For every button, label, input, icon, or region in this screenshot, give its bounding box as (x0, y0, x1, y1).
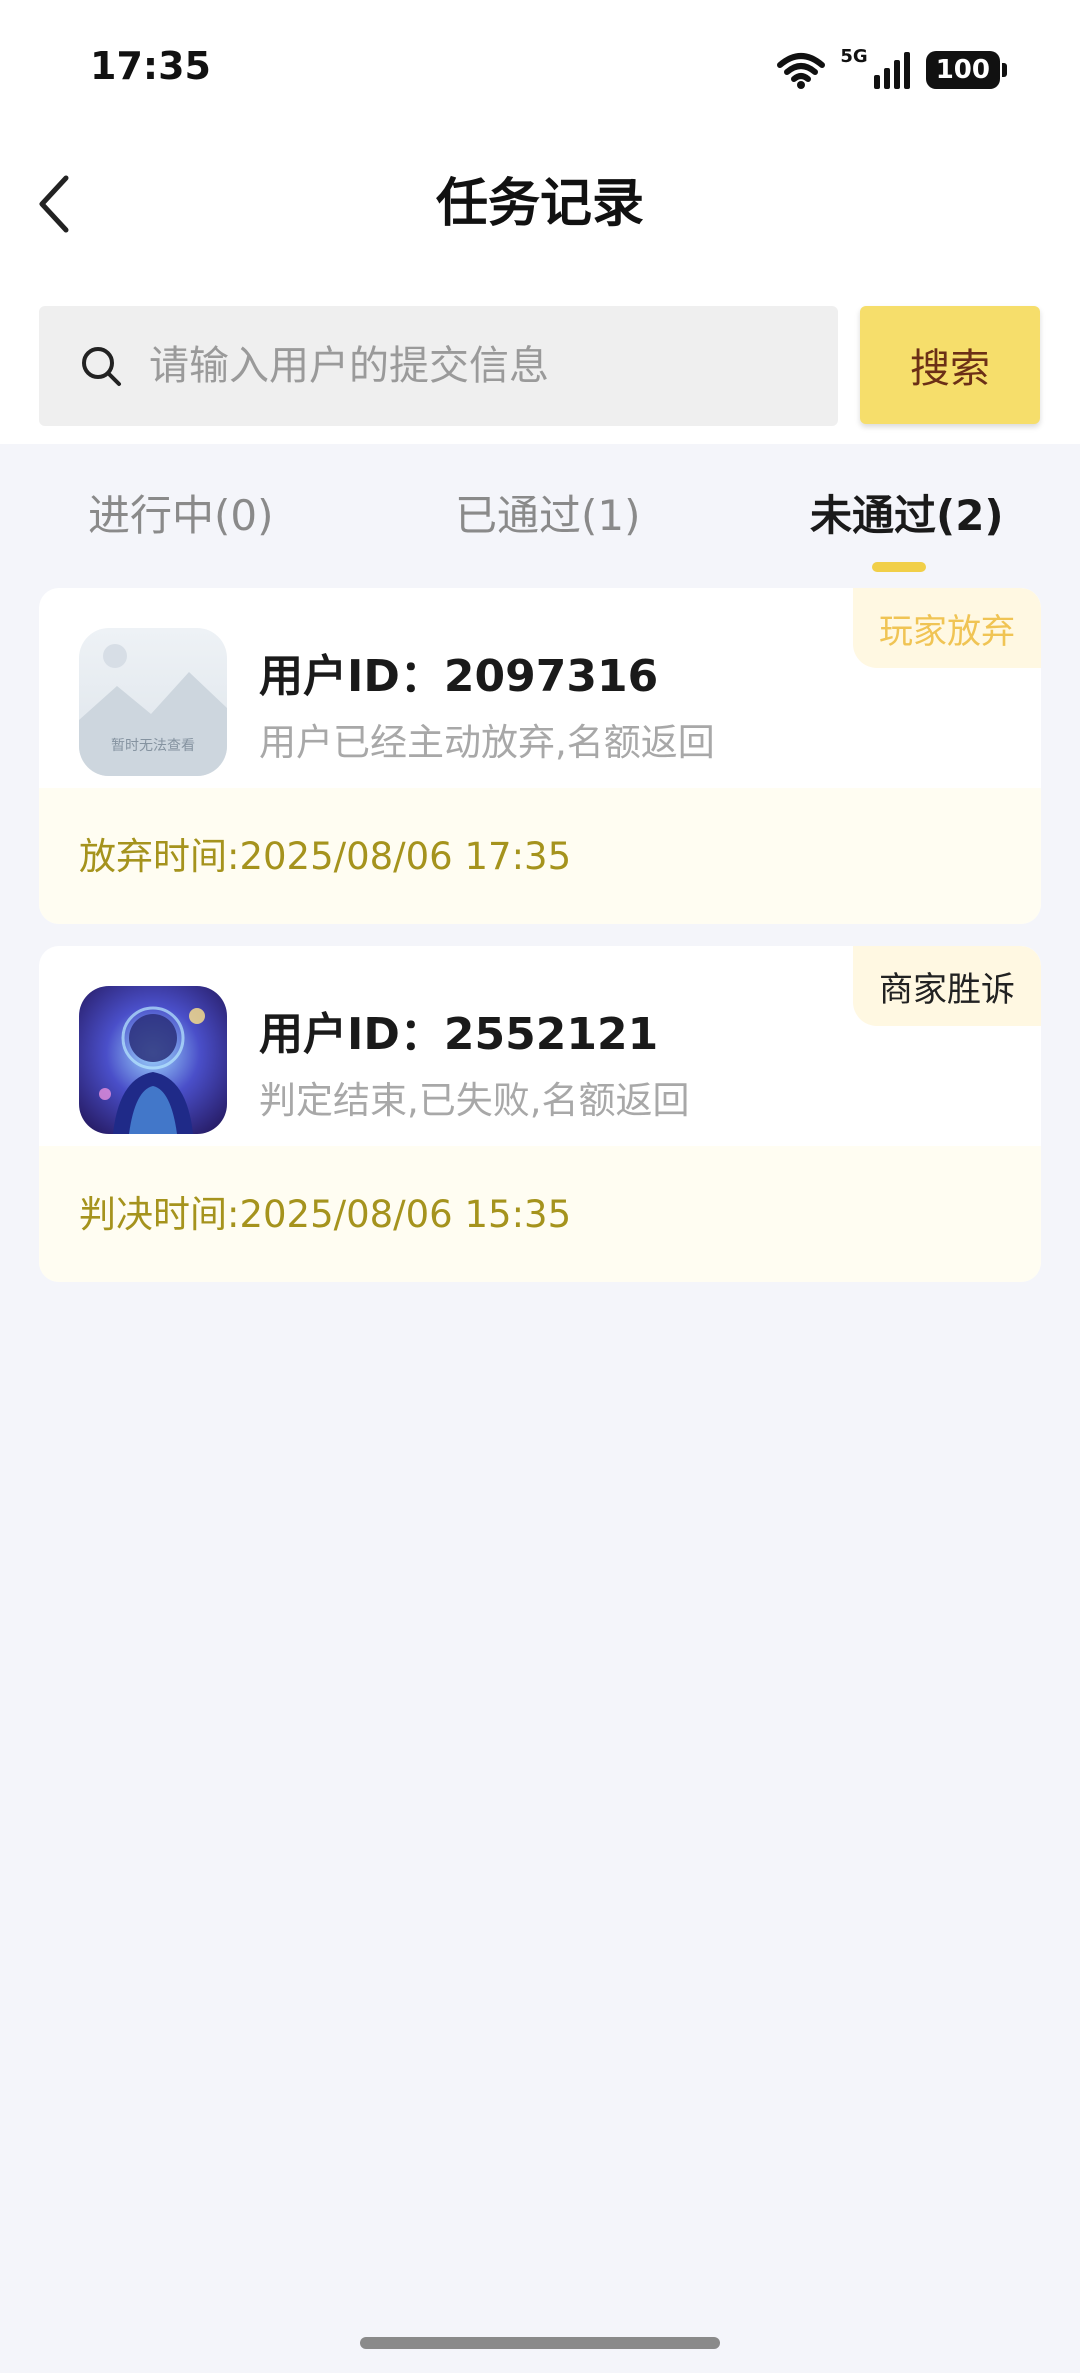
avatar-placeholder: 暂时无法查看 (79, 628, 227, 776)
user-id: 用户ID：2552121 (259, 1009, 659, 1060)
record-card[interactable]: 暂时无法查看 用户ID：2097316 用户已经主动放弃,名额返回 玩家放弃 放… (39, 588, 1041, 924)
tab-passed[interactable]: 已通过(1) (455, 488, 641, 544)
tab-not-passed[interactable]: 未通过(2) (810, 488, 1004, 544)
search-box[interactable] (39, 306, 838, 426)
status-badge: 商家胜诉 (853, 946, 1041, 1026)
tab-in-progress[interactable]: 进行中(0) (88, 488, 274, 544)
record-description: 用户已经主动放弃,名额返回 (259, 721, 715, 764)
avatar-placeholder-text: 暂时无法查看 (111, 738, 195, 754)
record-card[interactable]: 用户ID：2552121 判定结束,已失败,名额返回 商家胜诉 判决时间:202… (39, 946, 1041, 1282)
page-title: 任务记录 (435, 174, 644, 234)
home-indicator[interactable] (360, 2337, 720, 2349)
user-id: 用户ID：2097316 (259, 651, 659, 702)
card-footer: 判决时间:2025/08/06 15:35 (39, 1146, 1041, 1282)
search-input[interactable] (147, 342, 791, 390)
search-icon (82, 347, 121, 386)
network-type: 5G (840, 46, 868, 67)
avatar (79, 986, 227, 1134)
active-tab-indicator (872, 562, 926, 572)
wifi-icon (777, 53, 826, 89)
signal-icon (873, 52, 910, 89)
search-button[interactable]: 搜索 (860, 306, 1040, 424)
avatar-image (79, 986, 227, 1134)
record-time: 判决时间:2025/08/06 15:35 (79, 1193, 572, 1236)
card-footer: 放弃时间:2025/08/06 17:35 (39, 788, 1041, 924)
record-time: 放弃时间:2025/08/06 17:35 (79, 835, 572, 878)
status-time: 17:35 (90, 44, 211, 88)
status-icons: 5G 100 (776, 46, 1008, 92)
battery-indicator: 100 (925, 51, 1008, 89)
record-description: 判定结束,已失败,名额返回 (259, 1079, 690, 1122)
image-unavailable-icon: 暂时无法查看 (79, 628, 227, 776)
status-badge: 玩家放弃 (853, 588, 1041, 668)
